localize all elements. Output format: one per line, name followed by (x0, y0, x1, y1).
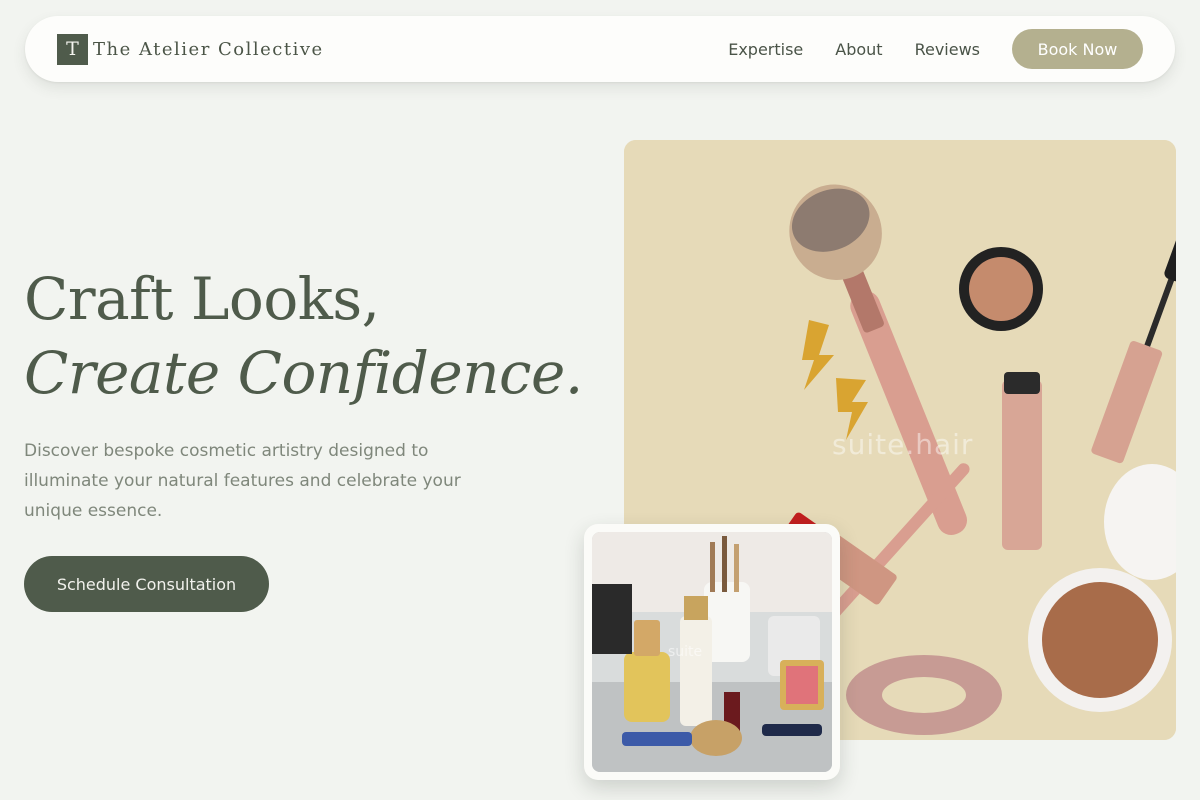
nav-links: Expertise About Reviews Book Now (728, 28, 1143, 70)
brand-logo[interactable]: T The Atelier Collective (57, 33, 324, 65)
nav-link-expertise[interactable]: Expertise (728, 40, 803, 59)
hero-heading-line1: Craft Looks, (24, 265, 380, 333)
vanity-products-illustration (592, 532, 832, 772)
nav-link-about[interactable]: About (835, 40, 882, 59)
hero-heading: Craft Looks, Create Confidence. (24, 262, 583, 410)
inset-cosmetics-photo: suite (592, 532, 832, 772)
hero-heading-line2: Create Confidence. (24, 339, 583, 407)
schedule-consultation-button[interactable]: Schedule Consultation (24, 556, 269, 612)
monogram-logo-icon: T (57, 33, 88, 65)
inset-image-watermark: suite (668, 644, 703, 660)
hero-description: Discover bespoke cosmetic artistry desig… (24, 441, 461, 521)
top-navigation-bar: T The Atelier Collective Expertise About… (25, 16, 1175, 82)
book-now-button[interactable]: Book Now (1012, 29, 1143, 69)
image-watermark: suite.hair (832, 428, 974, 461)
nav-link-reviews[interactable]: Reviews (915, 40, 980, 59)
inset-photo-card: suite (584, 524, 840, 780)
brand-name: The Atelier Collective (93, 38, 324, 60)
